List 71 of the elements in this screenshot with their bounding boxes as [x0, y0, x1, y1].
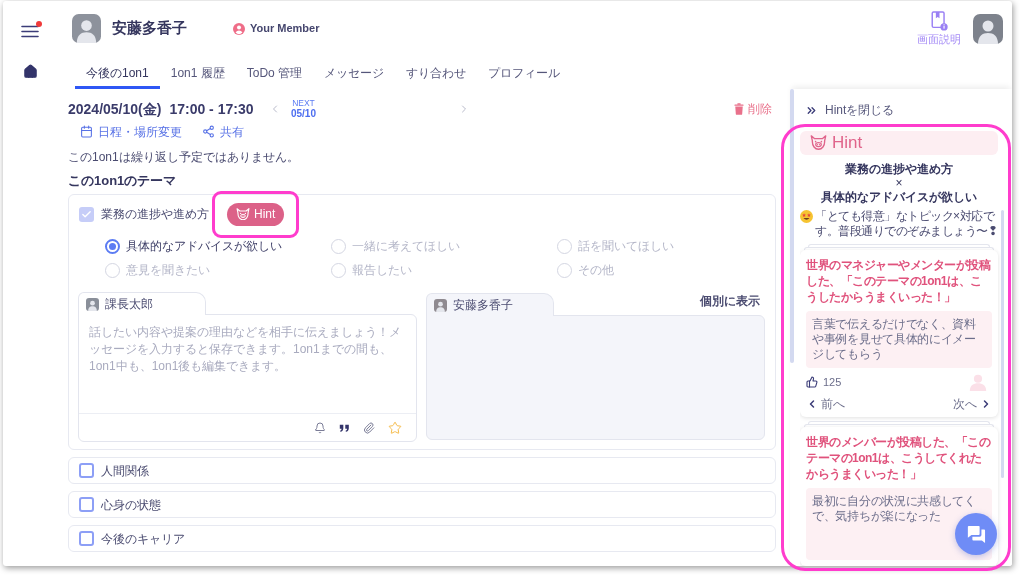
help-button[interactable]: 画面説明 [917, 11, 961, 46]
theme-label: 心身の状態 [101, 496, 161, 514]
tab[interactable]: 今後の1on1 [75, 56, 160, 89]
previous-button[interactable]: 前へ [806, 394, 845, 413]
radio-option[interactable]: 具体的なアドバイスが欲しい [105, 234, 282, 258]
hint-request: 具体的なアドバイスが欲しい [821, 190, 977, 205]
tab[interactable]: 1on1 履歴 [159, 56, 236, 89]
author-name: 課長太郎 [105, 296, 153, 313]
bell-icon[interactable] [314, 421, 326, 434]
comment-field[interactable]: 話したい内容や提案の理由などを相手に伝えましょう！メッセージを入力すると保存できます。1on1までの間も、1on1中も、1on1後も編集できます。 [78, 314, 417, 442]
meeting-date: 2024/05/10(金) [68, 99, 162, 119]
pig-face-icon [810, 135, 827, 151]
avatar-icon [434, 298, 447, 312]
hint-message: 「とても得意」なトピック×対応です。普段通りでのぞみましょう〜❢ [815, 209, 998, 239]
delete-button[interactable]: 削除 [734, 100, 772, 118]
scrollbar-thumb[interactable] [790, 89, 794, 363]
next-caption: NEXT [292, 98, 315, 108]
star-struck-face-icon [800, 210, 813, 223]
action-link[interactable]: 共有 [202, 122, 244, 141]
author-name: 安藤多香子 [453, 297, 513, 314]
theme-label: 業務の進捗や進め方 [101, 206, 209, 223]
toggle-link[interactable]: 個別に表示 [700, 292, 760, 310]
menu-icon[interactable] [21, 24, 39, 38]
avatar-icon [86, 297, 99, 311]
hint-card-title: 世界のマネジャーやメンターが投稿した、「このテーマの1on1は、こうしたからうまくいった！」 [806, 257, 992, 305]
section-heading: この1on1のテーマ [68, 172, 177, 189]
role-label: Your Member [250, 21, 320, 37]
person-circle-icon [233, 22, 245, 35]
comment-input[interactable]: 話したい内容や提案の理由などを相手に伝えましょう！メッセージを入力すると保存できます。1on1までの間も、1on1中も、1on1後も編集できます。 [79, 315, 416, 413]
checkbox[interactable] [79, 463, 94, 478]
user-name: 安藤多香子 [112, 18, 187, 39]
hint-button[interactable]: Hint [227, 202, 285, 226]
like-count: 125 [823, 374, 842, 390]
share-icon [202, 125, 215, 138]
tab[interactable]: メッセージ [313, 56, 396, 89]
document-info-icon [930, 11, 948, 31]
close-hint-button[interactable]: Hintを閉じる [800, 102, 895, 118]
checkbox[interactable] [79, 531, 94, 546]
pig-face-icon [236, 207, 250, 221]
trash-icon [734, 103, 744, 115]
recurrence-note: この1on1は繰り返し予定ではありません。 [68, 149, 299, 165]
paperclip-icon[interactable] [363, 421, 375, 434]
hint-topic: 業務の進捗や進め方 [845, 162, 953, 177]
quote-text: で、気持ちが楽になった [812, 509, 942, 524]
star-icon[interactable] [388, 420, 402, 435]
scrollbar-thumb[interactable] [1001, 210, 1004, 478]
avatar-icon [973, 13, 1003, 44]
checkbox[interactable] [79, 206, 94, 222]
checkbox[interactable] [79, 497, 94, 512]
hint-title: Hint [832, 133, 863, 153]
action-link[interactable]: 日程・場所変更 [80, 122, 182, 141]
checkmark-icon [81, 208, 92, 220]
hint-card-title: 世界のメンバーが投稿した、「このテーマの1on1は、こうしてくれたからうまくいった！」 [806, 434, 992, 482]
avatar-icon [72, 14, 101, 43]
calendar-icon [80, 125, 93, 138]
theme-label: 人間関係 [101, 462, 149, 480]
tab[interactable]: プロフィール [477, 56, 572, 89]
chat-bubbles-icon [966, 524, 986, 544]
theme-label: 今後のキャリア [101, 530, 185, 548]
thumbs-up-icon[interactable] [806, 376, 818, 388]
person-illustration [968, 373, 988, 391]
next-button[interactable]: 次へ [953, 394, 992, 413]
next-date: 05/10 [290, 107, 316, 120]
quote-icon[interactable] [339, 423, 350, 432]
tab[interactable]: ToDo 管理 [235, 56, 314, 89]
tab[interactable]: すり合わせ [395, 56, 478, 89]
home-icon[interactable] [22, 63, 38, 79]
quote-text: 最初に自分の状況に共感してく [812, 494, 977, 509]
hint-joiner: × [895, 177, 903, 190]
quote-text: 言葉で伝えるだけでなく、資料や事例を見せて具体的にイメージしてもらう [812, 317, 977, 362]
meeting-time: 17:00 - 17:30 [169, 99, 254, 119]
